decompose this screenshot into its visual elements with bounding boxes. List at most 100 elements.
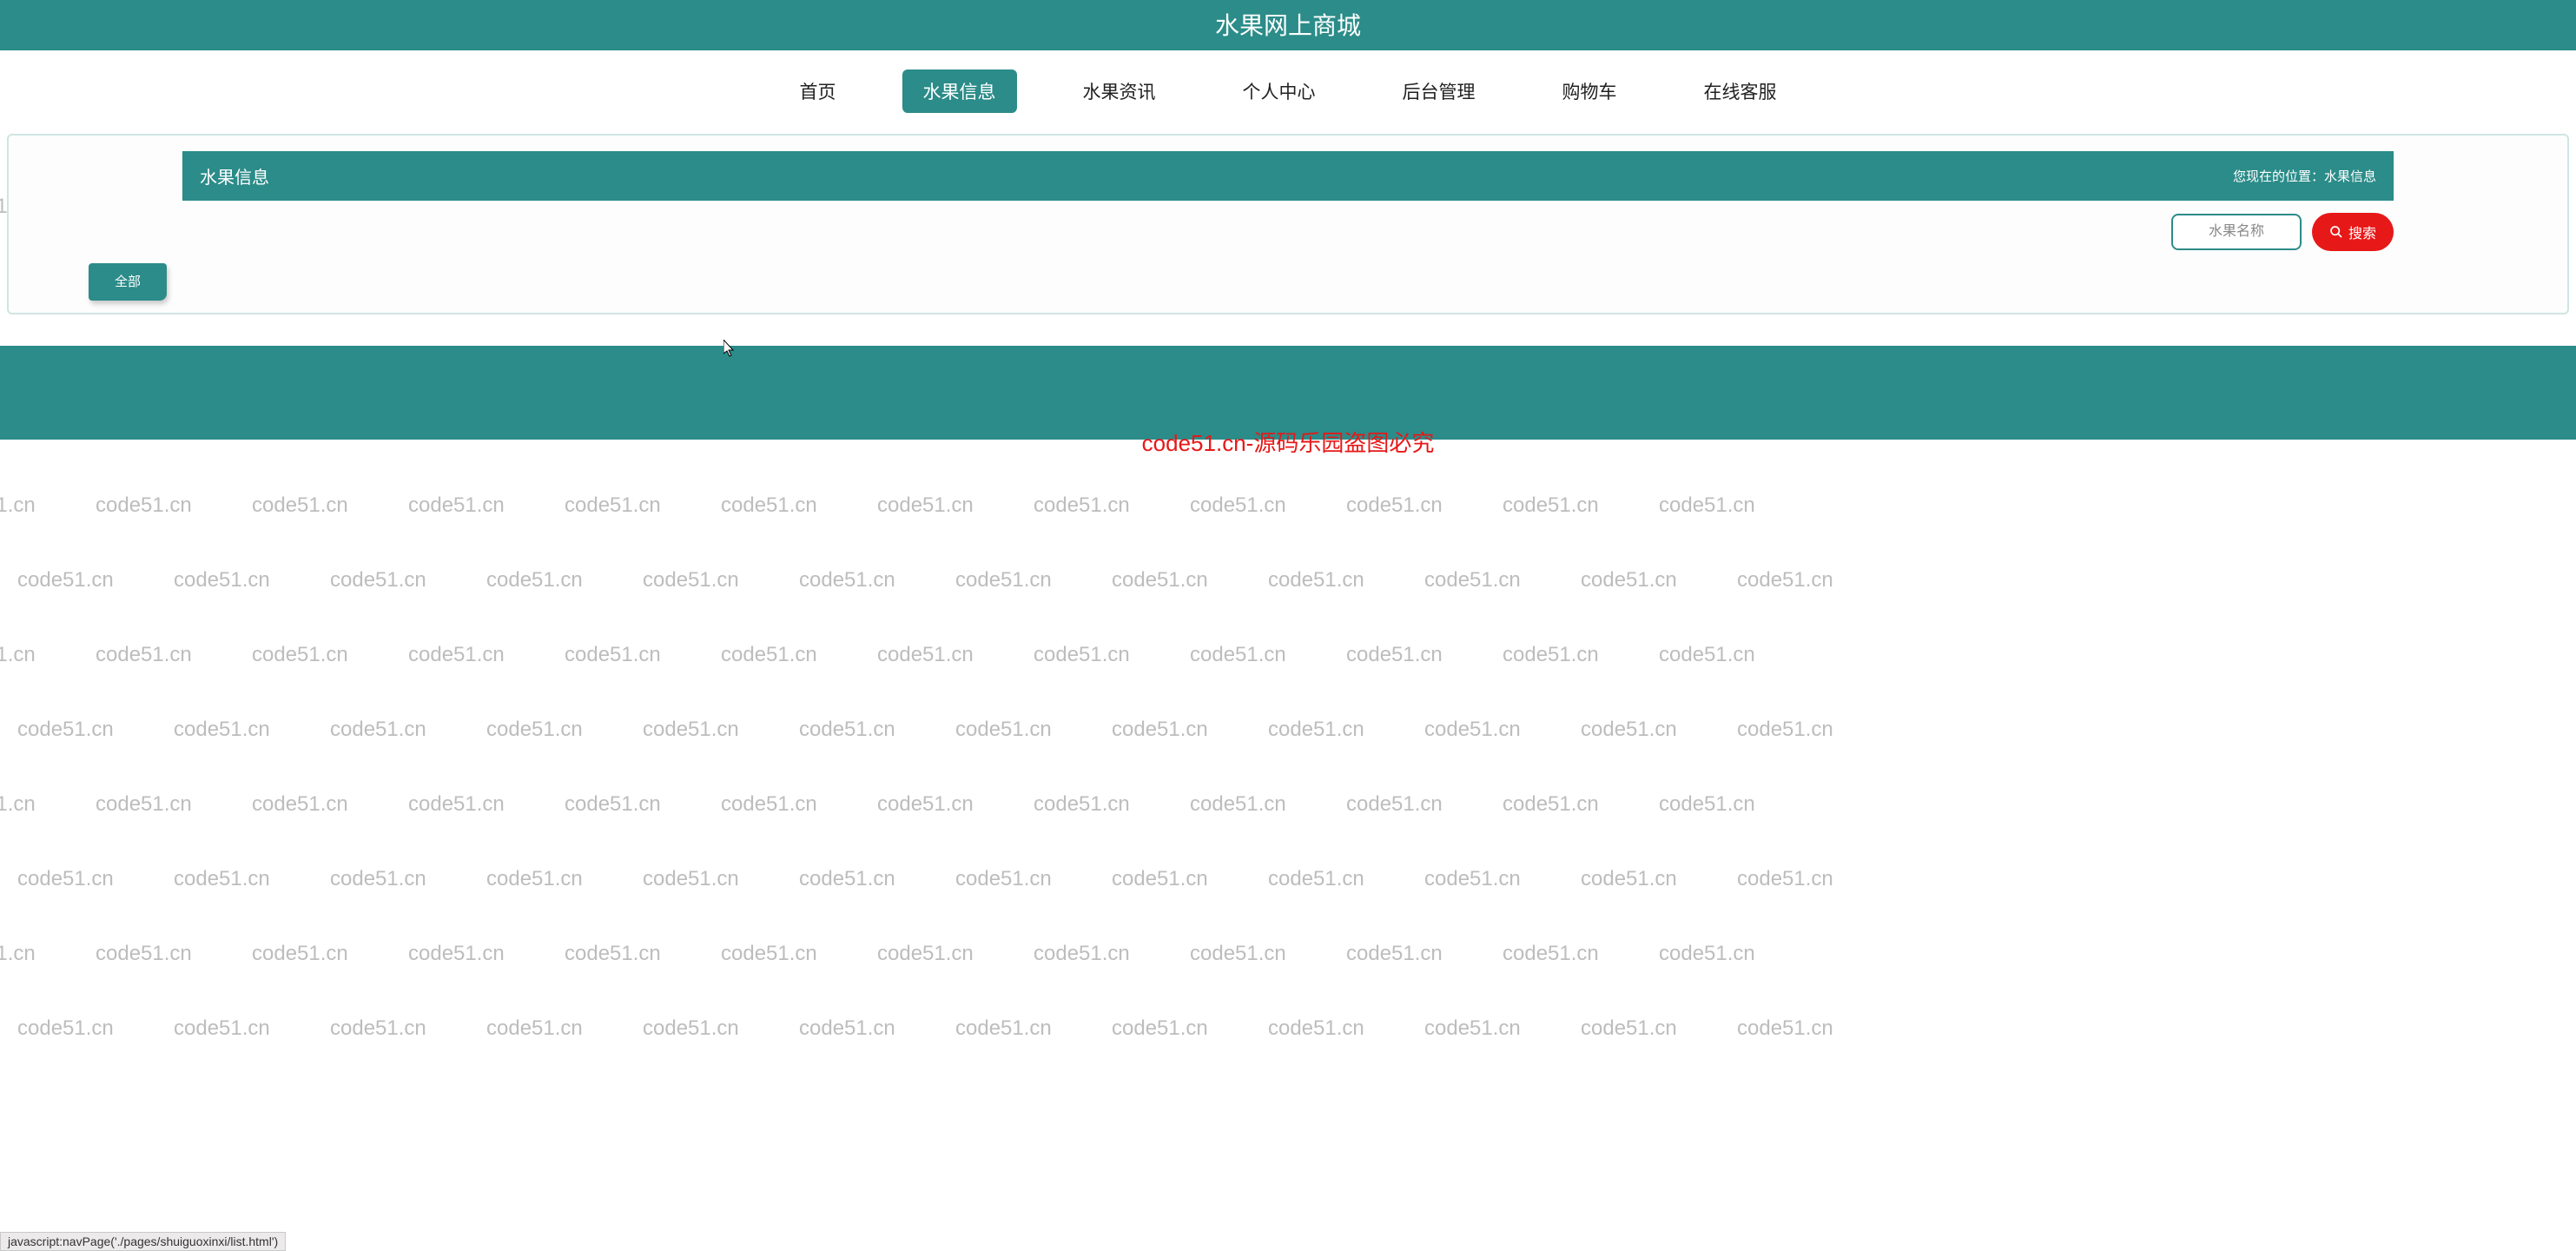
watermark-text: code51.cn [330,1016,426,1041]
watermark-text: code51.cn [1034,643,1130,667]
watermark-text: code51.cn [1190,942,1286,966]
search-row: 搜索 [9,201,2567,263]
watermark-text: code51.cn [1581,568,1677,592]
section-header: 水果信息 您现在的位置：水果信息 [182,151,2394,201]
watermark-text: code51.cn [408,792,505,817]
watermark-text: code51.cn [1503,942,1599,966]
watermark-text: code51.cn [408,643,505,667]
watermark-text: code51.cn [1034,942,1130,966]
search-icon [2329,225,2343,239]
watermark-text: code51.cn [1424,718,1521,742]
watermark-text: code51.cn [174,867,270,891]
watermark-text: code51.cn [1581,718,1677,742]
watermark-text: code51.cn [252,942,348,966]
watermark-text: code51.cn [174,718,270,742]
content-panel: 水果信息 您现在的位置：水果信息 搜索 全部 [7,134,2569,314]
watermark-text: code51.cn [721,792,817,817]
watermark-text: code51.cn [0,643,36,667]
watermark-text: code51.cn [0,493,36,518]
watermark-text: code51.cn [1424,867,1521,891]
watermark-text: code51.cn [565,942,661,966]
search-input[interactable] [2171,214,2302,250]
watermark-text: code51.cn [1346,643,1443,667]
watermark-text: code51.cn [1268,568,1364,592]
watermark-text: code51.cn [330,867,426,891]
watermark-text: code51.cn [1268,867,1364,891]
watermark-text: code51.cn [1503,643,1599,667]
nav-item-fruit-info[interactable]: 水果信息 [902,70,1017,113]
watermark-text: code51.cn [955,1016,1052,1041]
watermark-text: code51.cn [174,1016,270,1041]
watermark-text: code51.cn [330,718,426,742]
watermark-text: code51.cn [643,568,739,592]
watermark-text: code51.cn [1190,493,1286,518]
watermark-text: code51.cn [17,1016,114,1041]
watermark-text: code51.cn [1268,718,1364,742]
watermark-text: code51.cn [1503,493,1599,518]
nav-item-cart[interactable]: 购物车 [1542,70,1638,113]
watermark-text: code51.cn [1190,643,1286,667]
nav-item-personal-center[interactable]: 个人中心 [1222,70,1337,113]
search-button[interactable]: 搜索 [2312,213,2394,251]
watermark-text: code51.cn [1112,718,1208,742]
watermark-text: code51.cn [1581,1016,1677,1041]
watermark-text: code51.cn [955,718,1052,742]
watermark-text: code51.cn [1034,792,1130,817]
watermark-caption: code51.cn-源码乐园盗图必究 [0,426,2576,458]
watermark-text: code51.cn [96,493,192,518]
watermark-text: code51.cn [252,493,348,518]
watermark-text: code51.cn [486,1016,583,1041]
watermark-text: code51.cn [330,568,426,592]
nav-item-admin[interactable]: 后台管理 [1382,70,1496,113]
watermark-text: code51.cn [1112,867,1208,891]
nav-item-customer-service[interactable]: 在线客服 [1683,70,1798,113]
watermark-text: code51.cn [1346,493,1443,518]
watermark-text: code51.cn [17,568,114,592]
watermark-text: code51.cn [1424,1016,1521,1041]
watermark-text: code51.cn [721,942,817,966]
watermark-text: code51.cn [643,718,739,742]
header-title-bar: 水果网上商城 [0,0,2576,50]
watermark-text: code51.cn [877,643,974,667]
watermark-text: code51.cn [1346,792,1443,817]
watermark-text: code51.cn [486,718,583,742]
watermark-text: code51.cn [1737,867,1833,891]
watermark-text: code51.cn [1503,792,1599,817]
watermark-text: code51.cn [565,493,661,518]
filter-tag-all[interactable]: 全部 [89,263,167,301]
watermark-text: code51.cn [643,867,739,891]
watermark-text: code51.cn [408,493,505,518]
watermark-text: code51.cn [174,568,270,592]
section-title: 水果信息 [200,163,269,189]
watermark-text: code51.cn [1190,792,1286,817]
watermark-text: code51.cn [565,643,661,667]
watermark-text: code51.cn [1737,1016,1833,1041]
watermark-text: code51.cn [252,643,348,667]
watermark-text: code51.cn [1737,568,1833,592]
watermark-text: code51.cn [643,1016,739,1041]
main-nav: 首页 水果信息 水果资讯 个人中心 后台管理 购物车 在线客服 [0,50,2576,134]
watermark-text: code51.cn [799,867,895,891]
breadcrumb: 您现在的位置：水果信息 [2233,167,2376,185]
watermark-text: code51.cn [252,792,348,817]
watermark-text: code51.cn [1659,942,1755,966]
watermark-text: code51.cn [0,942,36,966]
watermark-text: code51.cn [799,568,895,592]
watermark-text: code51.cn [877,942,974,966]
watermark-text: code51.cn [1034,493,1130,518]
status-bar: javascript:navPage('./pages/shuiguoxinxi… [0,1232,286,1251]
nav-item-fruit-news[interactable]: 水果资讯 [1062,70,1177,113]
watermark-text: code51.cn [1659,792,1755,817]
watermark-text: code51.cn [1737,718,1833,742]
watermark-text: code51.cn [1659,493,1755,518]
watermark-text: code51.cn [96,942,192,966]
watermark-text: code51.cn [799,718,895,742]
watermark-text: code51.cn [1112,1016,1208,1041]
nav-item-home[interactable]: 首页 [779,70,857,113]
watermark-text: code51.cn [1112,568,1208,592]
watermark-text: code51.cn [96,792,192,817]
watermark-text: code51.cn [17,867,114,891]
watermark-text: code51.cn [1268,1016,1364,1041]
watermark-text: code51.cn [877,792,974,817]
watermark-text: code51.cn [486,568,583,592]
